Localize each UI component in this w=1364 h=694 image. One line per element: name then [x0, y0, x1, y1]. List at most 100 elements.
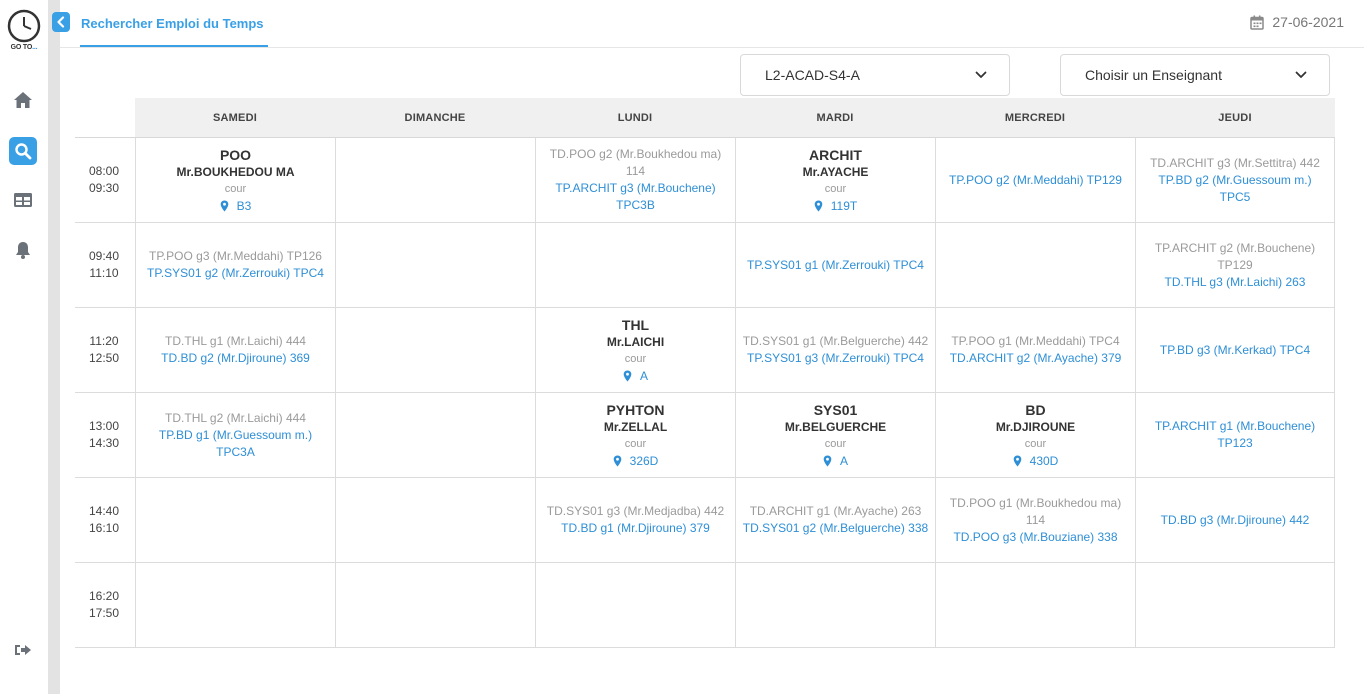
- timetable-cell[interactable]: ARCHIT Mr.AYACHE cour 119T: [735, 138, 935, 222]
- course-teacher: Mr.BELGUERCHE: [784, 419, 887, 434]
- timetable-cell: [335, 393, 535, 477]
- location-pin-icon: [823, 455, 832, 466]
- course-type: cour: [224, 182, 247, 195]
- timetable-cell[interactable]: TP.ARCHIT g1 (Mr.Bouchene) TP123: [1135, 393, 1335, 477]
- session-line[interactable]: TP.BD g1 (Mr.Guessoum m.) TPC3A: [142, 427, 329, 461]
- timetable-cell[interactable]: POO Mr.BOUKHEDOU MA cour B3: [135, 138, 335, 222]
- course-title: BD: [1025, 401, 1046, 418]
- course-room: B3: [220, 197, 251, 215]
- timetable-row: 13:00 14:30 TD.THL g2 (Mr.Laichi) 444 TP.BD…: [75, 393, 1335, 478]
- timetable-cell[interactable]: TD.THL g2 (Mr.Laichi) 444 TP.BD g1 (Mr.Gu…: [135, 393, 335, 477]
- logout-button[interactable]: [9, 636, 37, 664]
- notifications-button[interactable]: [9, 236, 37, 264]
- time-start: 08:00: [88, 164, 120, 178]
- goto-logo[interactable]: GO TO...: [6, 8, 42, 54]
- course-room: 430D: [1013, 452, 1058, 470]
- session-line[interactable]: TD.SYS01 g2 (Mr.Belguerche) 338: [743, 520, 928, 537]
- session-line[interactable]: TP.SYS01 g3 (Mr.Zerrouki) TPC4: [747, 350, 924, 367]
- session-line[interactable]: TP.BD g3 (Mr.Kerkad) TPC4: [1160, 342, 1310, 359]
- session-line[interactable]: TP.POO g2 (Mr.Meddahi) TP129: [949, 172, 1122, 189]
- session-line[interactable]: TP.SYS01 g2 (Mr.Zerrouki) TPC4: [147, 265, 324, 282]
- course-type: cour: [624, 352, 647, 365]
- course-room-label: 326D: [629, 453, 659, 468]
- day-header: LUNDI: [617, 111, 653, 124]
- timetable-button[interactable]: [9, 186, 37, 214]
- session-line: TP.POO g3 (Mr.Meddahi) TP126: [149, 249, 322, 263]
- chevron-down-icon: [975, 71, 987, 78]
- timetable-cell[interactable]: TD.ARCHIT g3 (Mr.Settitra) 442 TP.BD g2 (…: [1135, 138, 1335, 222]
- course-title: ARCHIT: [809, 146, 862, 163]
- logout-icon: [15, 645, 31, 655]
- timetable-cell[interactable]: TP.POO g2 (Mr.Meddahi) TP129: [935, 138, 1135, 222]
- time-slot: 08:00 09:30: [75, 138, 135, 222]
- timetable-row: 16:20 17:50: [75, 563, 1335, 648]
- timetable-cell[interactable]: TD.SYS01 g1 (Mr.Belguerche) 442 TP.SYS01 …: [735, 308, 935, 392]
- bell-icon: [16, 242, 30, 259]
- session-line[interactable]: TD.BD g3 (Mr.Djiroune) 442: [1161, 512, 1310, 529]
- session-line[interactable]: TD.ARCHIT g2 (Mr.Ayache) 379: [950, 350, 1122, 367]
- group-select[interactable]: L2-ACAD-S4-A: [740, 54, 1010, 96]
- teacher-select[interactable]: Choisir un Enseignant: [1060, 54, 1330, 96]
- back-button[interactable]: [52, 12, 70, 32]
- time-start: 14:40: [88, 504, 120, 518]
- session-line: TP.POO g1 (Mr.Meddahi) TPC4: [951, 334, 1120, 348]
- time-end: 14:30: [88, 436, 120, 450]
- main-content: Rechercher Emploi du Temps 27-06-2021 L2…: [52, 0, 1364, 694]
- day-header: MERCREDI: [1004, 111, 1066, 124]
- session-line[interactable]: TD.BD g2 (Mr.Djiroune) 369: [161, 350, 310, 367]
- day-header: SAMEDI: [213, 111, 257, 124]
- timetable-cell[interactable]: PYHTON Mr.ZELLAL cour 326D: [535, 393, 735, 477]
- clock-icon: [7, 9, 41, 43]
- timetable-cell[interactable]: TP.BD g3 (Mr.Kerkad) TPC4: [1135, 308, 1335, 392]
- session-line: TD.POO g2 (Mr.Boukhedou ma) 114: [549, 147, 722, 178]
- course-room: A: [823, 452, 848, 470]
- session-line[interactable]: TD.POO g3 (Mr.Bouziane) 338: [953, 529, 1117, 546]
- chevron-left-icon: [57, 16, 65, 28]
- search-button[interactable]: [9, 137, 37, 165]
- session-line[interactable]: TP.ARCHIT g1 (Mr.Bouchene) TP123: [1142, 418, 1328, 452]
- timetable-cell: [135, 478, 335, 562]
- timetable-cell[interactable]: TD.POO g2 (Mr.Boukhedou ma) 114 TP.ARCHIT…: [535, 138, 735, 222]
- session-line[interactable]: TP.SYS01 g1 (Mr.Zerrouki) TPC4: [747, 257, 924, 274]
- tab-search-timetable[interactable]: Rechercher Emploi du Temps: [81, 16, 264, 31]
- course-teacher: Mr.AYACHE: [802, 164, 869, 179]
- session-line[interactable]: TP.BD g2 (Mr.Guessoum m.) TPC5: [1142, 172, 1328, 206]
- timetable-cell[interactable]: TP.POO g3 (Mr.Meddahi) TP126 TP.SYS01 g2 …: [135, 223, 335, 307]
- timetable-cell[interactable]: TD.SYS01 g3 (Mr.Medjadba) 442 TD.BD g1 (M…: [535, 478, 735, 562]
- session-line: TD.POO g1 (Mr.Boukhedou ma) 114: [949, 495, 1122, 527]
- location-pin-icon: [220, 200, 228, 211]
- session-line[interactable]: TD.THL g3 (Mr.Laichi) 263: [1165, 274, 1306, 291]
- time-start: 13:00: [88, 419, 120, 433]
- timetable-cell[interactable]: SYS01 Mr.BELGUERCHE cour A: [735, 393, 935, 477]
- timetable-cell[interactable]: TD.BD g3 (Mr.Djiroune) 442: [1135, 478, 1335, 562]
- session-line: TD.SYS01 g1 (Mr.Belguerche) 442: [742, 334, 929, 348]
- timetable-cell[interactable]: TD.ARCHIT g1 (Mr.Ayache) 263 TD.SYS01 g2 …: [735, 478, 935, 562]
- timetable-row: 09:40 11:10 TP.POO g3 (Mr.Meddahi) TP126 TP…: [75, 223, 1335, 308]
- teacher-select-value: Choisir un Enseignant: [1085, 67, 1222, 83]
- course-title: POO: [219, 146, 252, 163]
- chevron-down-icon: [1295, 71, 1307, 78]
- timetable-cell[interactable]: THL Mr.LAICHI cour A: [535, 308, 735, 392]
- course-teacher: Mr.DJIROUNE: [995, 419, 1076, 434]
- group-select-value: L2-ACAD-S4-A: [765, 67, 860, 83]
- timetable-cell[interactable]: BD Mr.DJIROUNE cour 430D: [935, 393, 1135, 477]
- session-line[interactable]: TP.ARCHIT g3 (Mr.Bouchene) TPC3B: [542, 180, 729, 214]
- day-header: DIMANCHE: [404, 111, 466, 124]
- current-date: 27-06-2021: [1272, 14, 1344, 30]
- time-end: 12:50: [88, 351, 120, 365]
- course-teacher: Mr.LAICHI: [606, 334, 665, 349]
- timetable-cell[interactable]: TP.SYS01 g1 (Mr.Zerrouki) TPC4: [735, 223, 935, 307]
- timetable-grid: SAMEDI DIMANCHE LUNDI MARDI MERCREDI JEU…: [75, 98, 1335, 648]
- timetable-cell[interactable]: TP.ARCHIT g2 (Mr.Bouchene) TP129 TD.THL g…: [1135, 223, 1335, 307]
- session-line[interactable]: TD.BD g1 (Mr.Djiroune) 379: [561, 520, 710, 537]
- timetable-cell: [535, 223, 735, 307]
- time-slot: 16:20 17:50: [75, 563, 135, 647]
- course-title: THL: [621, 316, 650, 333]
- course-teacher: Mr.BOUKHEDOU MA: [176, 164, 295, 179]
- timetable-cell[interactable]: TP.POO g1 (Mr.Meddahi) TPC4 TD.ARCHIT g2 …: [935, 308, 1135, 392]
- session-line: TD.ARCHIT g3 (Mr.Settitra) 442: [1150, 155, 1320, 170]
- timetable-cell[interactable]: TD.POO g1 (Mr.Boukhedou ma) 114 TD.POO g3…: [935, 478, 1135, 562]
- course-type: cour: [824, 437, 847, 450]
- timetable-cell[interactable]: TD.THL g1 (Mr.Laichi) 444 TD.BD g2 (Mr.Dj…: [135, 308, 335, 392]
- home-button[interactable]: [9, 86, 37, 114]
